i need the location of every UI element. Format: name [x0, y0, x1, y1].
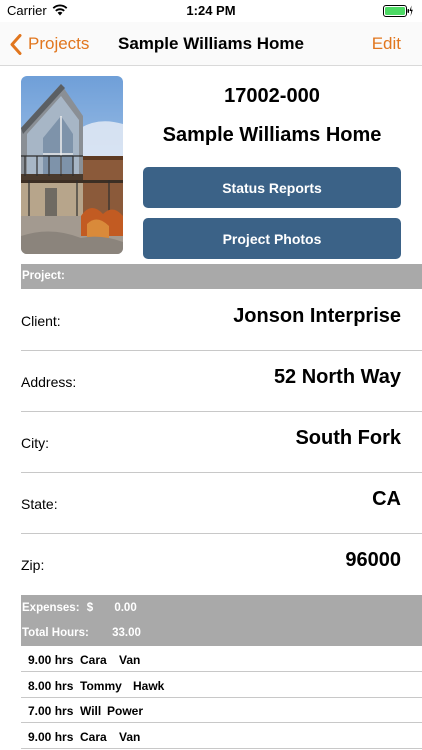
- worker-last-name: Hawk: [133, 679, 165, 693]
- zip-value: 96000: [345, 549, 401, 571]
- total-hours-value: 33.00: [112, 627, 141, 639]
- address-label: Address:: [21, 374, 77, 390]
- zip-label: Zip:: [21, 557, 45, 573]
- navigation-bar: Projects Sample Williams Home Edit: [0, 22, 422, 66]
- back-button[interactable]: Projects: [10, 31, 89, 57]
- field-row-state[interactable]: State: CA: [21, 473, 422, 534]
- field-row-zip[interactable]: Zip: 96000: [21, 534, 422, 595]
- house-photo-image: [21, 76, 123, 254]
- worker-first-name: Cara: [80, 730, 107, 744]
- address-value: 52 North Way: [273, 366, 401, 388]
- battery-charging-icon: [383, 5, 413, 17]
- worker-last-name: Van: [119, 730, 141, 744]
- worker-last-name: Power: [107, 704, 144, 718]
- hours-row[interactable]: 9.00 hrs Cara Van: [21, 723, 422, 749]
- total-hours-summary: Total Hours: 33.00: [22, 627, 141, 639]
- project-photo[interactable]: [21, 76, 123, 254]
- hours-amount: 7.00 hrs: [28, 704, 74, 718]
- expenses-value: 0.00: [114, 602, 137, 614]
- state-label: State:: [21, 496, 58, 512]
- total-hours-label: Total Hours:: [22, 627, 89, 639]
- summary-section-header: Expenses: $ 0.00 Total Hours: 33.00: [21, 595, 422, 646]
- field-row-city[interactable]: City: South Fork: [21, 412, 422, 473]
- client-value: Jonson Interprise: [233, 305, 401, 327]
- city-value: South Fork: [295, 427, 401, 449]
- status-reports-button[interactable]: Status Reports: [143, 167, 401, 208]
- worker-first-name: Tommy: [80, 679, 122, 693]
- expenses-label: Expenses:: [22, 602, 80, 614]
- state-value: CA: [372, 488, 401, 510]
- project-name: Sample Williams Home: [162, 124, 382, 146]
- hours-row[interactable]: 7.00 hrs Will Power: [21, 697, 422, 723]
- expenses-summary: Expenses: $ 0.00: [22, 602, 137, 614]
- worker-first-name: Cara: [80, 653, 107, 667]
- hours-amount: 9.00 hrs: [28, 730, 74, 744]
- hours-row[interactable]: 9.00 hrs Cara Van: [21, 646, 422, 672]
- field-row-client[interactable]: Client: Jonson Interprise: [21, 290, 422, 351]
- currency-symbol: $: [86, 602, 94, 614]
- back-button-label: Projects: [28, 34, 90, 53]
- hours-row[interactable]: 8.00 hrs Tommy Hawk: [21, 672, 422, 698]
- project-number: 17002-000: [224, 85, 320, 107]
- edit-button[interactable]: Edit: [372, 34, 401, 54]
- chevron-left-icon: [10, 33, 22, 55]
- hours-amount: 8.00 hrs: [28, 679, 74, 693]
- clock: 1:24 PM: [186, 3, 236, 18]
- project-section-header: Project:: [21, 264, 422, 289]
- hours-amount: 9.00 hrs: [28, 653, 74, 667]
- field-row-address[interactable]: Address: 52 North Way: [21, 351, 422, 412]
- status-bar: Carrier 1:24 PM: [0, 0, 422, 22]
- project-photos-button[interactable]: Project Photos: [143, 218, 401, 259]
- worker-first-name: Will: [80, 704, 102, 718]
- client-label: Client:: [21, 313, 61, 329]
- worker-last-name: Van: [119, 653, 141, 667]
- city-label: City:: [21, 435, 49, 451]
